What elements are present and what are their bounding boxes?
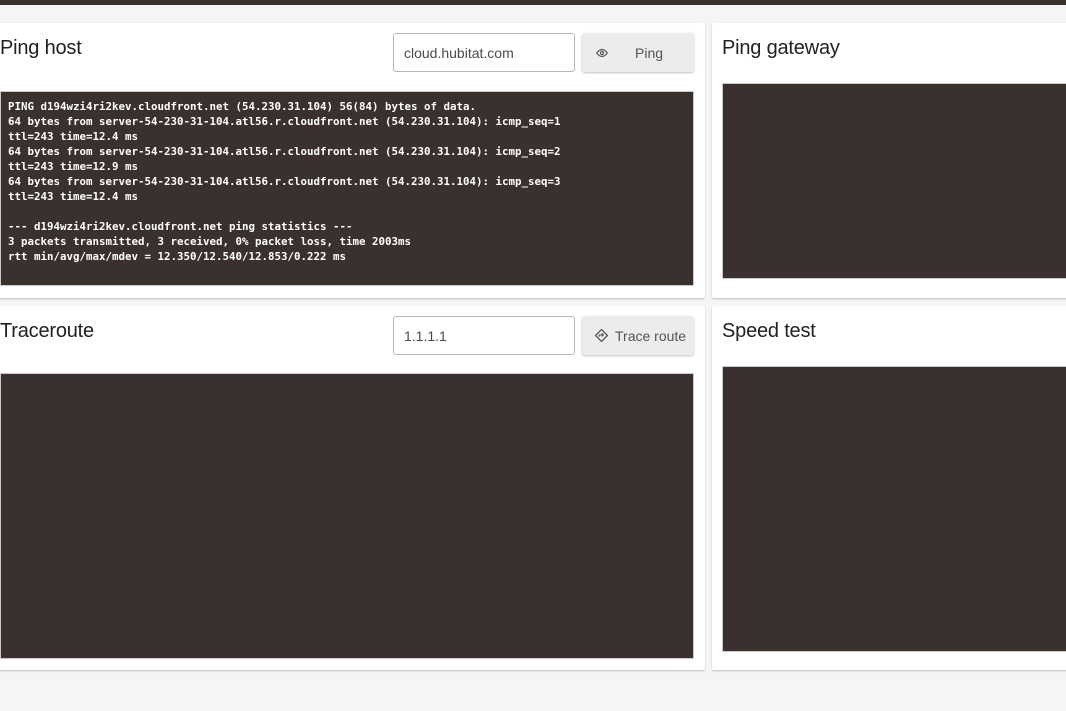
ping-button[interactable]: Ping xyxy=(582,33,694,72)
directions-icon xyxy=(593,328,609,344)
ping-host-input[interactable] xyxy=(393,33,575,72)
ping-gateway-title: Ping gateway xyxy=(722,37,840,59)
ping-gateway-console xyxy=(722,83,1066,279)
speed-test-card: Speed test xyxy=(712,306,1066,670)
ping-gateway-card: Ping gateway xyxy=(712,23,1066,298)
ping-host-card: Ping host Ping PING d194wzi4ri2kev.cloud… xyxy=(0,23,705,298)
trace-route-button-label: Trace route xyxy=(615,327,687,344)
eye-icon xyxy=(594,45,610,61)
speed-test-console xyxy=(722,366,1066,652)
traceroute-output-console xyxy=(0,373,694,659)
traceroute-card: Traceroute Trace route xyxy=(0,306,705,670)
top-app-bar xyxy=(0,0,1066,5)
trace-route-button[interactable]: Trace route xyxy=(582,316,694,355)
ping-host-title: Ping host xyxy=(0,37,82,59)
speed-test-title: Speed test xyxy=(722,320,816,342)
ping-button-label: Ping xyxy=(635,44,664,61)
traceroute-host-input[interactable] xyxy=(393,316,575,355)
traceroute-title: Traceroute xyxy=(0,320,94,342)
ping-output-console: PING d194wzi4ri2kev.cloudfront.net (54.2… xyxy=(0,91,694,286)
